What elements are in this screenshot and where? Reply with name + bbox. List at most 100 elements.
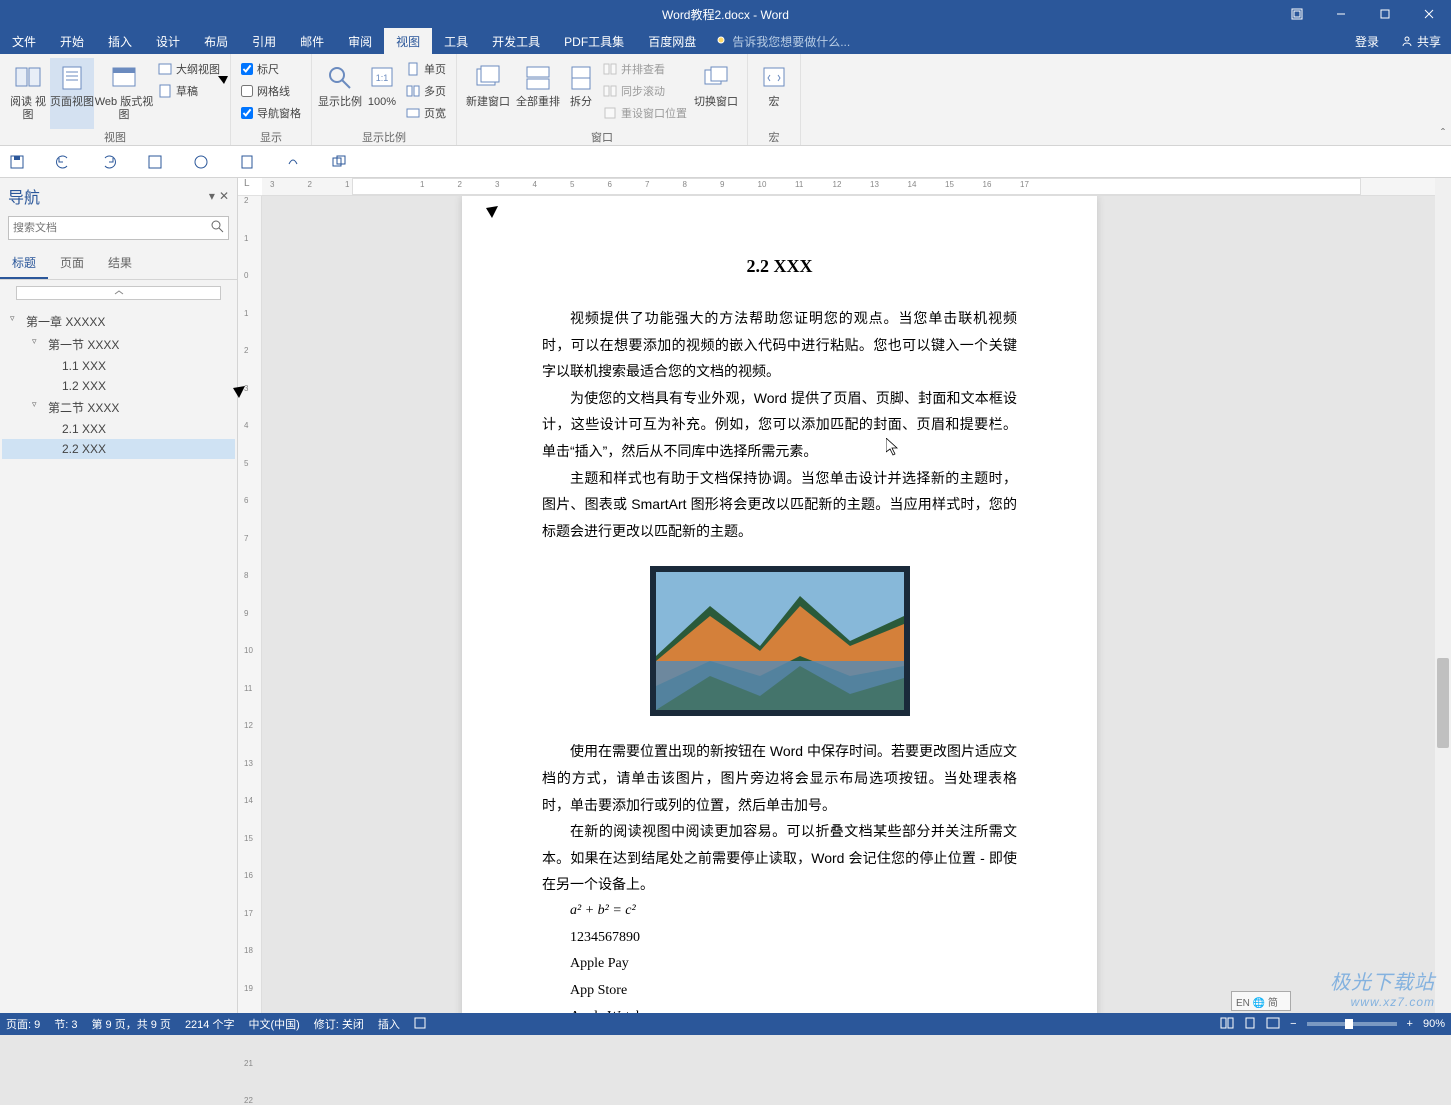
- tab-references[interactable]: 引用: [240, 28, 288, 54]
- nav-close-icon[interactable]: ✕: [219, 189, 229, 203]
- tree-item[interactable]: ▿第二节 XXXX: [2, 396, 235, 419]
- title-bar: Word教程2.docx - Word: [0, 0, 1451, 28]
- qat-icon-7[interactable]: [284, 153, 302, 171]
- tab-dev[interactable]: 开发工具: [480, 28, 552, 54]
- zoom-value[interactable]: 90%: [1423, 1018, 1445, 1030]
- tab-review[interactable]: 审阅: [336, 28, 384, 54]
- tree-item[interactable]: 1.1 XXX: [2, 356, 235, 376]
- maximize-button[interactable]: [1363, 0, 1407, 28]
- caret-icon[interactable]: ▿: [32, 336, 37, 347]
- group-label-views: 视图: [6, 129, 224, 145]
- share-button[interactable]: 共享: [1391, 33, 1451, 50]
- qat-icon-5[interactable]: [192, 153, 210, 171]
- status-track[interactable]: 修订: 关闭: [314, 1016, 364, 1032]
- sync-scroll-button: 同步滚动: [599, 80, 691, 102]
- zoom-in-icon[interactable]: +: [1407, 1018, 1413, 1030]
- close-button[interactable]: [1407, 0, 1451, 28]
- quick-access-toolbar: [0, 146, 1451, 178]
- switch-windows-button[interactable]: 切换窗口: [691, 58, 741, 129]
- tab-layout[interactable]: 布局: [192, 28, 240, 54]
- tree-item[interactable]: 2.2 XXX: [2, 439, 235, 459]
- login-button[interactable]: 登录: [1343, 33, 1391, 50]
- group-label-macros: 宏: [754, 129, 794, 145]
- doc-list-3: App Store: [542, 978, 1017, 1005]
- vertical-scrollbar[interactable]: [1435, 178, 1451, 1013]
- draft-view-button[interactable]: 草稿: [154, 80, 224, 102]
- qat-icon-4[interactable]: [146, 153, 164, 171]
- ribbon-group-views: 阅读 视图 页面视图 Web 版式视图 大纲视图 草稿 视图: [0, 54, 231, 145]
- nav-search-box[interactable]: [8, 216, 229, 240]
- tree-item[interactable]: ▿第一章 XXXXX: [2, 310, 235, 333]
- tree-item[interactable]: 2.1 XXX: [2, 419, 235, 439]
- search-icon[interactable]: [210, 219, 224, 238]
- new-window-button[interactable]: 新建窗口: [463, 58, 513, 129]
- tab-insert[interactable]: 插入: [96, 28, 144, 54]
- print-layout-button[interactable]: 页面视图: [50, 58, 94, 129]
- view-print-icon[interactable]: [1244, 1017, 1256, 1032]
- split-button[interactable]: 拆分: [563, 58, 599, 129]
- gridlines-checkbox[interactable]: 网格线: [237, 80, 305, 102]
- tab-tools[interactable]: 工具: [432, 28, 480, 54]
- minimize-button[interactable]: [1319, 0, 1363, 28]
- tab-pdf[interactable]: PDF工具集: [552, 28, 636, 54]
- nav-title: 导航: [8, 184, 40, 208]
- one-page-button[interactable]: 单页: [402, 58, 450, 80]
- qat-icon-6[interactable]: [238, 153, 256, 171]
- view-web-icon[interactable]: [1266, 1017, 1280, 1032]
- qat-icon-8[interactable]: [330, 153, 348, 171]
- zoom-out-icon[interactable]: −: [1290, 1018, 1296, 1030]
- multi-page-button[interactable]: 多页: [402, 80, 450, 102]
- tab-baidu[interactable]: 百度网盘: [636, 28, 708, 54]
- tree-item[interactable]: 1.2 XXX: [2, 376, 235, 396]
- zoom-slider[interactable]: [1307, 1022, 1397, 1026]
- ribbon-options-icon[interactable]: [1275, 0, 1319, 28]
- tab-file[interactable]: 文件: [0, 28, 48, 54]
- status-section[interactable]: 节: 3: [54, 1016, 77, 1032]
- save-icon[interactable]: [8, 153, 26, 171]
- ruler-checkbox[interactable]: 标尺: [237, 58, 305, 80]
- tell-me-placeholder: 告诉我您想要做什么...: [732, 33, 850, 50]
- zoom-button[interactable]: 显示比例: [318, 58, 362, 129]
- tree-item[interactable]: ▿第一节 XXXX: [2, 333, 235, 356]
- web-layout-button[interactable]: Web 版式视图: [94, 58, 154, 129]
- tab-mailings[interactable]: 邮件: [288, 28, 336, 54]
- navigation-pane: 导航 ▾ ✕ 标题 页面 结果 ▿第一章 XXXXX▿第一节 XXXX 1.1 X…: [0, 178, 238, 1013]
- tab-view[interactable]: 视图: [384, 28, 432, 54]
- view-read-icon[interactable]: [1220, 1017, 1234, 1032]
- nav-tab-pages[interactable]: 页面: [48, 248, 96, 279]
- document-canvas[interactable]: 2.2 XXX 视频提供了功能强大的方法帮助您证明您的观点。当您单击联机视频时，…: [262, 196, 1451, 1013]
- tab-home[interactable]: 开始: [48, 28, 96, 54]
- arrange-all-button[interactable]: 全部重排: [513, 58, 563, 129]
- ime-indicator[interactable]: EN 🌐 简: [1231, 991, 1291, 1011]
- collapse-ribbon-icon[interactable]: ˆ: [1441, 126, 1445, 140]
- status-lang[interactable]: 中文(中国): [248, 1016, 299, 1032]
- tree-item-label: 1.1 XXX: [62, 359, 106, 373]
- status-words[interactable]: 2214 个字: [185, 1016, 235, 1032]
- caret-icon[interactable]: ▿: [10, 313, 15, 324]
- group-label-zoom: 显示比例: [318, 129, 450, 145]
- nav-search-input[interactable]: [13, 222, 210, 234]
- status-page[interactable]: 页面: 9: [6, 1016, 40, 1032]
- nav-tab-headings[interactable]: 标题: [0, 248, 48, 279]
- page-width-button[interactable]: 页宽: [402, 102, 450, 124]
- horizontal-ruler: 3211234567891011121314151617: [262, 178, 1451, 196]
- doc-para-2: 为使您的文档具有专业外观，Word 提供了页眉、页脚、封面和文本框设计，这些设计…: [542, 385, 1017, 465]
- outline-view-button[interactable]: 大纲视图: [154, 58, 224, 80]
- status-record-macro-icon[interactable]: [414, 1017, 426, 1032]
- ribbon-group-macros: 宏 宏: [748, 54, 801, 145]
- status-insert[interactable]: 插入: [378, 1016, 400, 1032]
- nav-collapse-toggle[interactable]: [16, 286, 221, 300]
- status-pagecount[interactable]: 第 9 页，共 9 页: [91, 1016, 170, 1032]
- tell-me-search[interactable]: 告诉我您想要做什么...: [716, 28, 850, 54]
- tab-design[interactable]: 设计: [144, 28, 192, 54]
- zoom-100-button[interactable]: 1:1 100%: [362, 58, 402, 129]
- nav-tab-results[interactable]: 结果: [96, 248, 144, 279]
- navpane-checkbox[interactable]: 导航窗格: [237, 102, 305, 124]
- redo-icon[interactable]: [100, 153, 118, 171]
- undo-icon[interactable]: [54, 153, 72, 171]
- nav-dropdown-icon[interactable]: ▾: [209, 189, 215, 203]
- read-view-button[interactable]: 阅读 视图: [6, 58, 50, 129]
- caret-icon[interactable]: ▿: [32, 399, 37, 410]
- macros-button[interactable]: 宏: [754, 58, 794, 129]
- scrollbar-thumb[interactable]: [1437, 658, 1449, 748]
